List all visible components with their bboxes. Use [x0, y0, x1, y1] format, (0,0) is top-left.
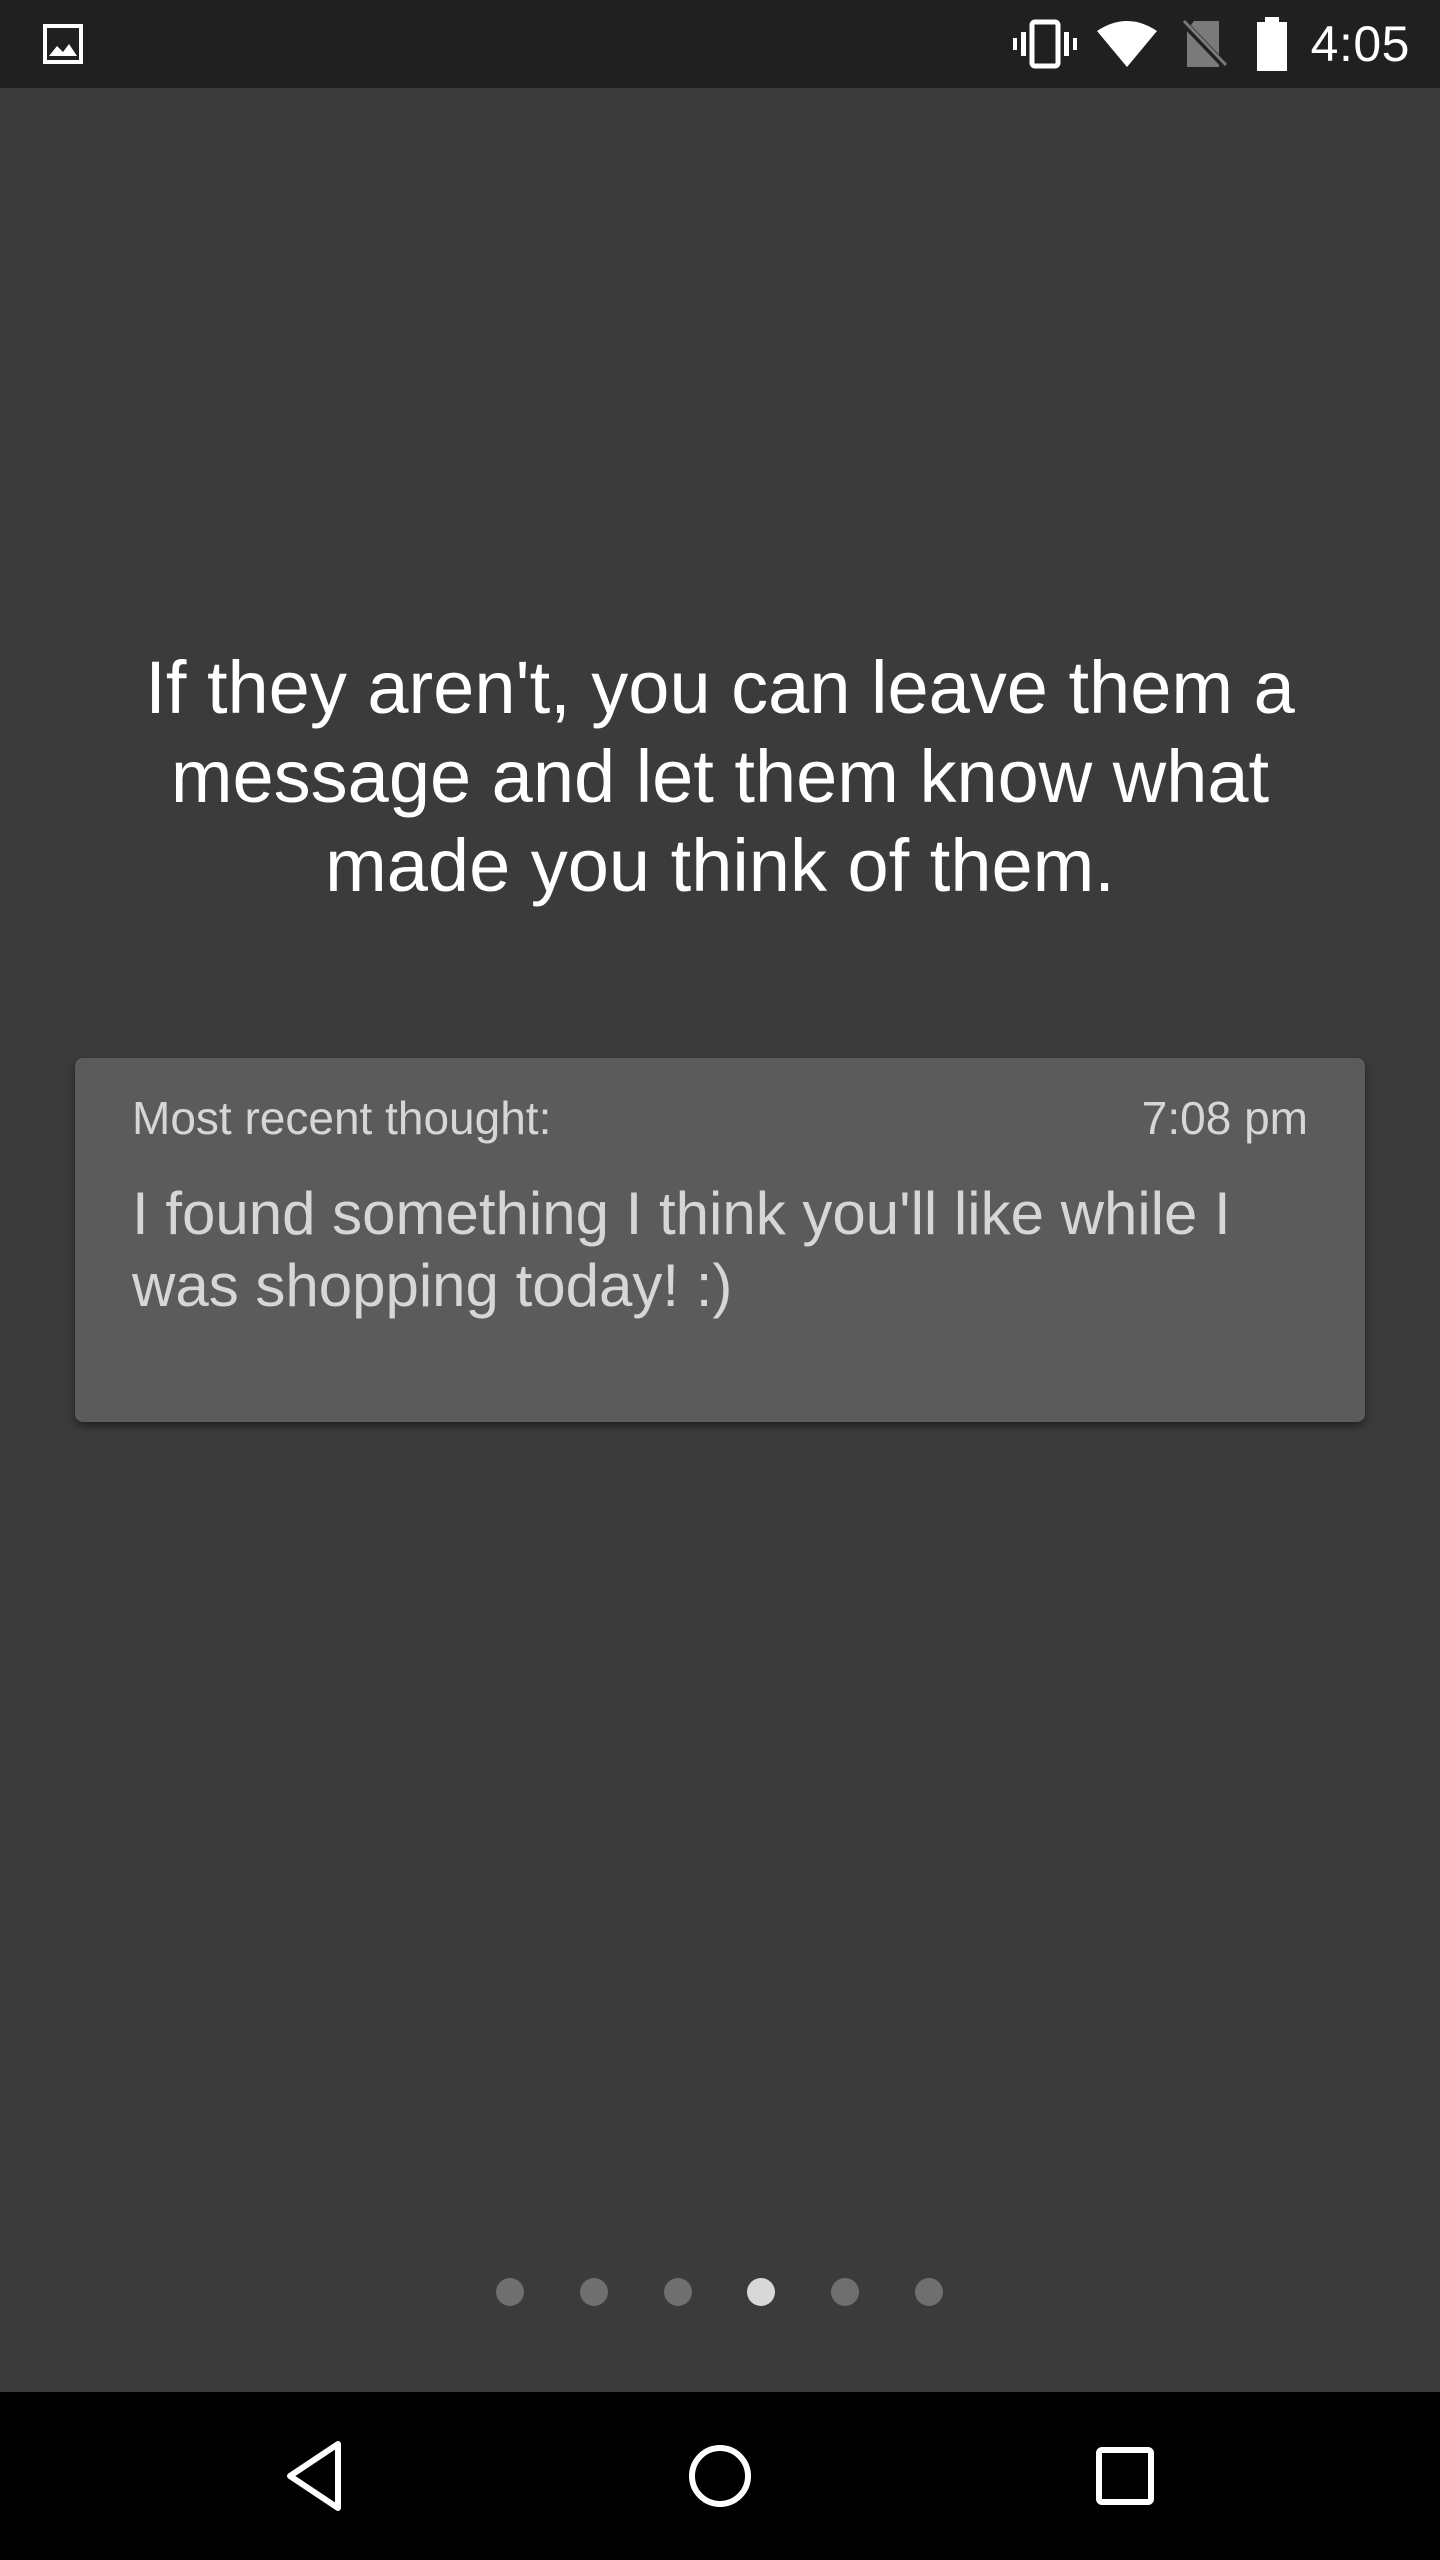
vibrate-icon	[1010, 0, 1080, 88]
recent-thought-card: Most recent thought: 7:08 pm I found som…	[75, 1058, 1365, 1422]
status-bar: 4:05	[0, 0, 1440, 88]
back-button[interactable]	[235, 2392, 395, 2560]
no-sim-icon	[1172, 0, 1236, 88]
status-time: 4:05	[1310, 16, 1410, 72]
recents-icon	[1096, 2447, 1154, 2505]
home-button[interactable]	[640, 2392, 800, 2560]
page-dot-3[interactable]	[664, 2278, 692, 2306]
card-label: Most recent thought:	[132, 1092, 552, 1144]
wifi-icon	[1092, 0, 1162, 88]
battery-icon	[1250, 0, 1294, 88]
page-indicator	[0, 2278, 1440, 2308]
page-dot-6[interactable]	[915, 2278, 943, 2306]
back-icon	[287, 2441, 341, 2511]
card-timestamp: 7:08 pm	[1141, 1092, 1308, 1144]
page-dot-1[interactable]	[496, 2278, 524, 2306]
page-dot-4-active[interactable]	[747, 2278, 775, 2306]
navigation-bar	[0, 2392, 1440, 2560]
onboarding-page[interactable]: If they aren't, you can leave them a mes…	[0, 88, 1440, 2392]
page-headline: If they aren't, you can leave them a mes…	[145, 646, 1295, 907]
page-dot-5[interactable]	[831, 2278, 859, 2306]
image-notification-icon	[38, 0, 88, 88]
home-icon	[689, 2445, 751, 2507]
page-dot-2[interactable]	[580, 2278, 608, 2306]
recents-button[interactable]	[1045, 2392, 1205, 2560]
card-message: I found something I think you'll like wh…	[132, 1180, 1231, 1319]
